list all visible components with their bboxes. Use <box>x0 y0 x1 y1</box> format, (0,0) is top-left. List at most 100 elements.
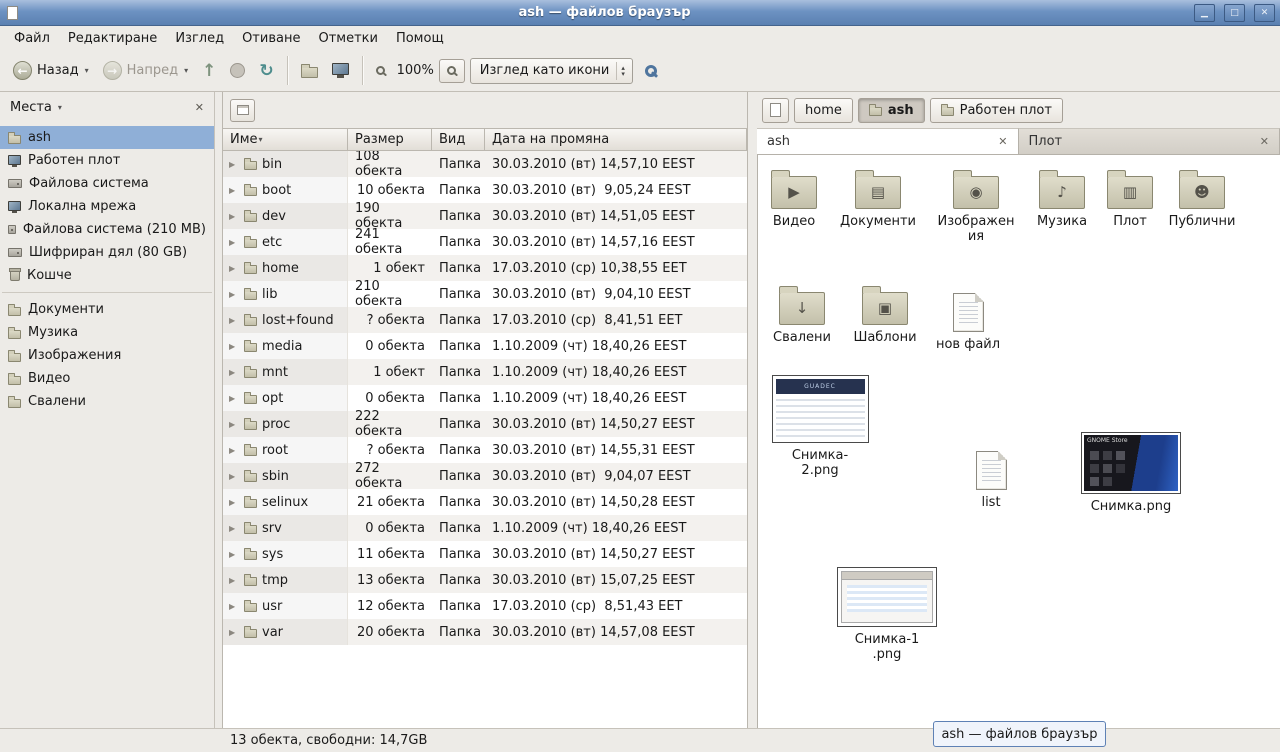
expander-icon[interactable]: ▶ <box>229 316 239 325</box>
icon-view-item[interactable]: ▥Плот <box>1100 169 1160 229</box>
table-row[interactable]: ▶media0 обектаПапка1.10.2009 (чт) 18,40,… <box>223 333 747 359</box>
tab-close-icon[interactable]: ✕ <box>1260 135 1269 148</box>
menu-item-4[interactable]: Отметки <box>309 29 386 48</box>
expander-icon[interactable]: ▶ <box>229 420 239 429</box>
menu-item-1[interactable]: Редактиране <box>59 29 166 48</box>
icon-view-item[interactable]: GUADECСнимка-2.png <box>767 375 873 478</box>
location-button[interactable] <box>230 99 255 122</box>
sidebar-item-5[interactable]: Шифриран дял (80 GB) <box>0 241 214 264</box>
expander-icon[interactable]: ▶ <box>229 238 239 247</box>
titlebar[interactable]: ash — файлов браузър ▁ □ ✕ <box>0 0 1280 26</box>
sidebar-item-3[interactable]: Локална мрежа <box>0 195 214 218</box>
window-menu-icon[interactable] <box>7 6 18 20</box>
sidebar-item-1[interactable]: Работен плот <box>0 149 214 172</box>
table-row[interactable]: ▶lost+found? обектаПапка17.03.2010 (ср) … <box>223 307 747 333</box>
table-row[interactable]: ▶tmp13 обектаПапка30.03.2010 (вт) 15,07,… <box>223 567 747 593</box>
up-button[interactable]: ↑ <box>195 57 223 85</box>
table-row[interactable]: ▶var20 обектаПапка30.03.2010 (вт) 14,57,… <box>223 619 747 645</box>
view-mode-select[interactable]: Изглед като икони ▴ ▾ <box>470 58 633 84</box>
table-row[interactable]: ▶dev190 обектаПапка30.03.2010 (вт) 14,51… <box>223 203 747 229</box>
sidebar-close-icon[interactable]: ✕ <box>195 101 204 114</box>
pathbar-button-2[interactable]: Работен плот <box>930 98 1063 123</box>
view-mode-spinner-icon[interactable]: ▴ ▾ <box>616 62 629 80</box>
icon-view-item[interactable]: GNOME StoreСнимка.png <box>1076 432 1186 514</box>
home-button[interactable] <box>294 59 325 82</box>
icon-view-item[interactable]: ♪Музика <box>1027 169 1097 229</box>
back-dropdown-icon[interactable]: ▾ <box>85 66 89 75</box>
sidebar-caret-icon[interactable]: ▾ <box>58 103 62 112</box>
tab-close-icon[interactable]: ✕ <box>998 135 1007 148</box>
icon-view-item[interactable]: ◉Изображения <box>936 169 1016 244</box>
column-header-date[interactable]: Дата на промяна <box>485 128 747 151</box>
icon-view-item[interactable]: ▤Документи <box>836 169 920 229</box>
table-row[interactable]: ▶proc222 обектаПапка30.03.2010 (вт) 14,5… <box>223 411 747 437</box>
expander-icon[interactable]: ▶ <box>229 628 239 637</box>
pathbar-button-0[interactable]: home <box>794 98 853 123</box>
table-row[interactable]: ▶srv0 обектаПапка1.10.2009 (чт) 18,40,26… <box>223 515 747 541</box>
spinner-down-icon[interactable]: ▾ <box>621 71 625 77</box>
table-row[interactable]: ▶boot10 обектаПапка30.03.2010 (вт) 9,05,… <box>223 177 747 203</box>
forward-button[interactable]: → Напред ▾ <box>96 57 196 84</box>
sidebar-item-11[interactable]: Видео <box>0 367 214 390</box>
table-row[interactable]: ▶sbin272 обектаПапка30.03.2010 (вт) 9,04… <box>223 463 747 489</box>
table-row[interactable]: ▶etc241 обектаПапка30.03.2010 (вт) 14,57… <box>223 229 747 255</box>
column-header-type[interactable]: Вид <box>432 128 485 151</box>
expander-icon[interactable]: ▶ <box>229 394 239 403</box>
tab-0[interactable]: ash✕ <box>757 128 1019 154</box>
expander-icon[interactable]: ▶ <box>229 550 239 559</box>
table-row[interactable]: ▶mnt1 обектПапка1.10.2009 (чт) 18,40,26 … <box>223 359 747 385</box>
sidebar-title[interactable]: Места <box>10 100 52 115</box>
reload-button[interactable]: ↻ <box>252 57 280 85</box>
sidebar-item-10[interactable]: Изображения <box>0 344 214 367</box>
sidebar-item-12[interactable]: Свалени <box>0 390 214 413</box>
icon-view-item[interactable]: ↓Свалени <box>764 285 840 345</box>
maximize-button[interactable]: □ <box>1224 4 1245 22</box>
icon-view-item[interactable]: нов файл <box>933 289 1003 352</box>
sidebar-item-8[interactable]: Документи <box>0 298 214 321</box>
stop-button[interactable] <box>223 59 252 82</box>
back-button[interactable]: ← Назад ▾ <box>6 57 96 84</box>
pathbar-button-1[interactable]: ash <box>858 98 925 123</box>
expander-icon[interactable]: ▶ <box>229 472 239 481</box>
icon-view-item[interactable]: Снимка-1.png <box>832 567 942 662</box>
expander-icon[interactable]: ▶ <box>229 524 239 533</box>
sidebar-item-2[interactable]: Файлова система <box>0 172 214 195</box>
expander-icon[interactable]: ▶ <box>229 212 239 221</box>
expander-icon[interactable]: ▶ <box>229 264 239 273</box>
expander-icon[interactable]: ▶ <box>229 342 239 351</box>
icon-view-item[interactable]: ▶Видео <box>759 169 829 229</box>
zoom-in-button[interactable] <box>439 59 465 83</box>
expander-icon[interactable]: ▶ <box>229 290 239 299</box>
menu-item-2[interactable]: Изглед <box>166 29 233 48</box>
tab-1[interactable]: Плот✕ <box>1019 128 1280 154</box>
sidebar-item-0[interactable]: ash <box>0 126 214 149</box>
icon-view-item[interactable]: ▣Шаблони <box>846 285 924 345</box>
table-row[interactable]: ▶home1 обектПапка17.03.2010 (ср) 10,38,5… <box>223 255 747 281</box>
table-row[interactable]: ▶lib210 обектаПапка30.03.2010 (вт) 9,04,… <box>223 281 747 307</box>
sidebar-item-6[interactable]: Кошче <box>0 264 214 287</box>
expander-icon[interactable]: ▶ <box>229 186 239 195</box>
zoom-out-button[interactable] <box>369 62 392 79</box>
menu-item-0[interactable]: Файл <box>5 29 59 48</box>
table-row[interactable]: ▶opt0 обектаПапка1.10.2009 (чт) 18,40,26… <box>223 385 747 411</box>
sidebar-item-9[interactable]: Музика <box>0 321 214 344</box>
table-row[interactable]: ▶bin108 обектаПапка30.03.2010 (вт) 14,57… <box>223 151 747 177</box>
window-list-button[interactable]: ash — файлов браузър <box>933 721 1106 747</box>
minimize-button[interactable]: ▁ <box>1194 4 1215 22</box>
table-row[interactable]: ▶sys11 обектаПапка30.03.2010 (вт) 14,50,… <box>223 541 747 567</box>
table-row[interactable]: ▶selinux21 обектаПапка30.03.2010 (вт) 14… <box>223 489 747 515</box>
table-row[interactable]: ▶usr12 обектаПапка17.03.2010 (ср) 8,51,4… <box>223 593 747 619</box>
table-row[interactable]: ▶root? обектаПапка30.03.2010 (вт) 14,55,… <box>223 437 747 463</box>
close-button[interactable]: ✕ <box>1254 4 1275 22</box>
menu-item-5[interactable]: Помощ <box>387 29 453 48</box>
sidebar-item-4[interactable]: Файлова система (210 MB) <box>0 218 214 241</box>
menu-item-3[interactable]: Отиване <box>233 29 309 48</box>
search-button[interactable] <box>638 61 664 81</box>
expander-icon[interactable]: ▶ <box>229 446 239 455</box>
expander-icon[interactable]: ▶ <box>229 498 239 507</box>
icon-view-item[interactable]: list <box>961 447 1021 510</box>
expander-icon[interactable]: ▶ <box>229 576 239 585</box>
column-header-name[interactable]: Име ▾ <box>223 128 348 151</box>
icon-view-item[interactable]: ☻Публични <box>1164 169 1240 229</box>
expander-icon[interactable]: ▶ <box>229 368 239 377</box>
